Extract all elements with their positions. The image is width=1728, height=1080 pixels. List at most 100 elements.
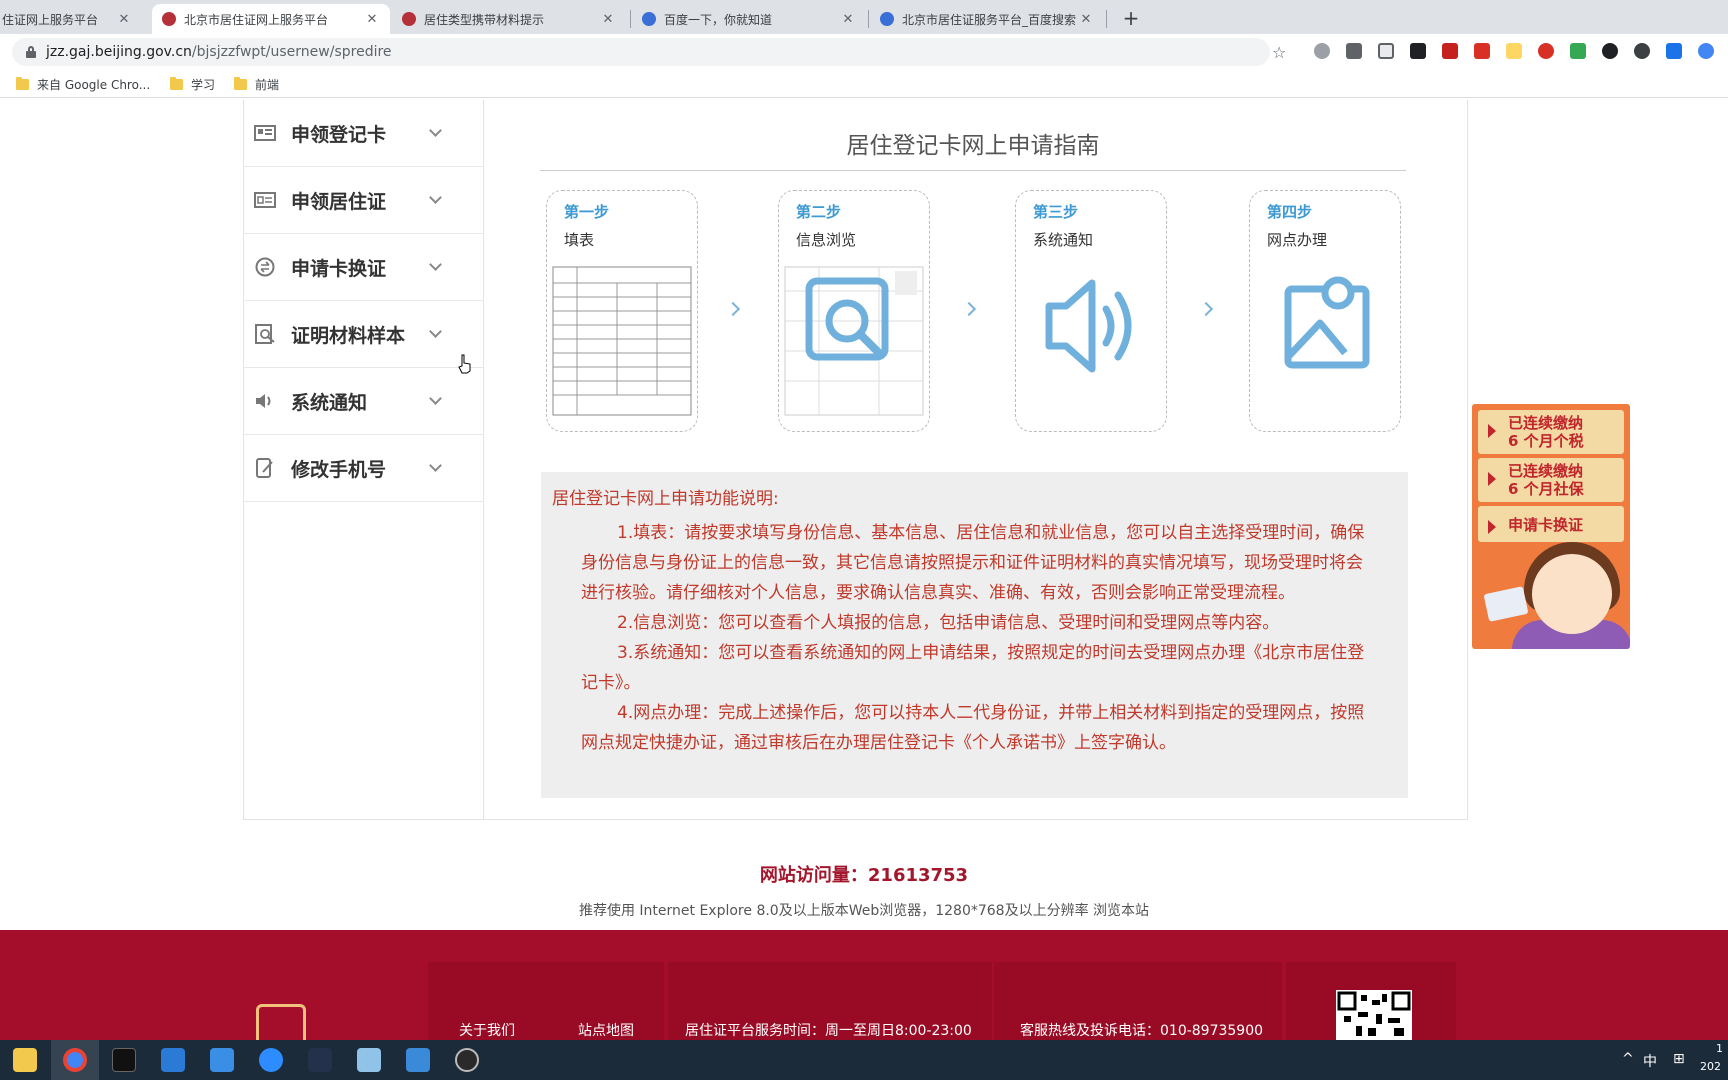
todo-check-icon[interactable] — [210, 1048, 234, 1072]
step-card-fill-form: 第一步 填表 — [546, 190, 698, 432]
notepad-icon[interactable] — [357, 1048, 381, 1072]
function-description-panel: 居住登记卡网上申请功能说明: 1.填表：请按要求填写身份信息、基本信息、居住信息… — [541, 472, 1408, 798]
folder-icon — [16, 77, 29, 90]
file-explorer-icon[interactable] — [13, 1048, 37, 1072]
sidebar-item-label: 申领居住证 — [291, 190, 387, 213]
extension-blue-icon[interactable] — [1698, 43, 1714, 59]
sidebar-item-change-phone[interactable]: 修改手机号 — [243, 435, 483, 502]
pocket-icon[interactable] — [1378, 43, 1394, 59]
onepassword-icon[interactable] — [1602, 43, 1618, 59]
evernote-icon[interactable] — [1570, 43, 1586, 59]
reader-icon[interactable] — [1506, 43, 1522, 59]
sidebar-item-material-samples[interactable]: 证明材料样本 — [243, 301, 483, 368]
translate-icon[interactable] — [1666, 43, 1682, 59]
obs-icon[interactable] — [455, 1048, 479, 1072]
tab-close-icon[interactable]: ✕ — [364, 12, 380, 27]
zoom-icon[interactable] — [259, 1048, 283, 1072]
lock-icon — [26, 46, 36, 58]
chevron-down-icon — [429, 324, 442, 338]
bookmark-label: 前端 — [255, 78, 280, 92]
sidebar-item-label: 修改手机号 — [291, 458, 387, 481]
footer-link-sitemap[interactable]: 站点地图 — [578, 1020, 634, 1040]
description-paragraph: 3.系统通知：您可以查看系统通知的网上申请结果，按照规定的时间去受理网点办理《北… — [581, 643, 1365, 693]
chrome-icon[interactable] — [63, 1048, 87, 1072]
ime-mode-icon[interactable]: ⊞ — [1673, 1051, 1685, 1067]
footer-link-about[interactable]: 关于我们 — [459, 1020, 515, 1040]
step-card-system-notice: 第三步 系统通知 — [1015, 190, 1167, 432]
extension-g-icon[interactable] — [1634, 43, 1650, 59]
tab-separator — [1106, 10, 1107, 28]
promo-figure-face — [1532, 554, 1612, 634]
bookmark-study[interactable]: 学习 — [170, 76, 215, 93]
bookmark-star-icon[interactable]: ☆ — [1272, 43, 1286, 62]
sidebar-item-apply-residence-permit[interactable]: 申领居住证 — [243, 167, 483, 234]
sidebar-item-system-notice[interactable]: 系统通知 — [243, 368, 483, 435]
chevron-down-icon — [429, 123, 442, 137]
ublock-icon[interactable] — [1442, 43, 1458, 59]
qr-code-icon[interactable] — [1346, 43, 1362, 59]
qr-code-image — [1336, 990, 1412, 1040]
windows-taskbar: ^ 中 ⊞ 1 202 — [0, 1040, 1728, 1080]
tab-materials-hint[interactable]: 居住类型携带材料提示 ✕ — [392, 4, 626, 34]
app-icon[interactable] — [308, 1048, 332, 1072]
vscode-icon[interactable] — [161, 1048, 185, 1072]
sidebar-item-label: 申请卡换证 — [291, 257, 387, 280]
tab-close-icon[interactable]: ✕ — [600, 12, 616, 27]
tray-chevron-up-icon[interactable]: ^ — [1622, 1051, 1634, 1067]
terminal-icon[interactable] — [112, 1048, 136, 1072]
photos-icon[interactable] — [406, 1048, 430, 1072]
speaker-icon — [254, 391, 276, 411]
tab-close-icon[interactable]: ✕ — [116, 12, 132, 27]
promo-social-security-button[interactable]: 已连续缴纳 6 个月社保 — [1478, 458, 1624, 502]
footer-hotline: 客服热线及投诉电话：010-89735900 — [1020, 1023, 1264, 1039]
ime-indicator[interactable]: 中 — [1643, 1051, 1657, 1071]
bookmark-frontend[interactable]: 前端 — [234, 76, 279, 93]
footer-service-time: 居住证平台服务时间：周一至周日8:00-23:00 — [685, 1023, 972, 1039]
bookmark-label: 来自 Google Chro... — [37, 78, 151, 92]
police-emblem-icon — [402, 12, 416, 26]
description-paragraph: 1.填表：请按要求填写身份信息、基本信息、居住信息和就业信息，您可以自主选择受理… — [581, 523, 1365, 603]
mail-extension-icon[interactable] — [1474, 43, 1490, 59]
browser-tab-bar: 住证网上服务平台 ✕ 北京市居住证网上服务平台 ✕ 居住类型携带材料提示 ✕ 百… — [0, 0, 1728, 34]
sidebar-item-label: 系统通知 — [291, 391, 368, 414]
description-title: 居住登记卡网上申请功能说明: — [552, 489, 779, 509]
tab-beijing-residence-platform[interactable]: 北京市居住证网上服务平台 ✕ — [152, 4, 390, 34]
tab-close-icon[interactable]: ✕ — [1078, 12, 1094, 27]
bookmark-google-chrome[interactable]: 来自 Google Chro... — [16, 76, 150, 93]
tab-baidu[interactable]: 百度一下，你就知道 ✕ — [632, 4, 866, 34]
magnifier-icon — [779, 261, 929, 426]
police-emblem-icon — [162, 12, 176, 26]
extension-circle-icon[interactable] — [1314, 43, 1330, 59]
promo-card-illustration — [1483, 586, 1529, 622]
sidebar-menu: 申领登记卡 申领居住证 申请卡换证 证明材料样本 系统通知 修改手机号 — [243, 100, 484, 820]
baidu-paw-icon — [642, 12, 656, 26]
chevron-down-icon — [429, 190, 442, 204]
tab-residence-platform[interactable]: 住证网上服务平台 ✕ — [0, 4, 142, 34]
browser-recommendation: 推荐使用 Internet Explore 8.0及以上版本Web浏览器，128… — [578, 903, 1150, 919]
sidebar-item-apply-registration-card[interactable]: 申领登记卡 — [243, 100, 483, 167]
folder-icon — [170, 77, 183, 90]
new-tab-button[interactable]: + — [1118, 5, 1144, 31]
tab-close-icon[interactable]: ✕ — [840, 12, 856, 27]
clock-time[interactable]: 1 — [1716, 1042, 1723, 1055]
url-path: /bjsjzzfwpt/usernew/spredire — [191, 44, 392, 60]
step-card-info-browse: 第二步 信息浏览 — [778, 190, 930, 432]
sidebar-item-card-exchange[interactable]: 申请卡换证 — [243, 234, 483, 301]
chevron-down-icon — [429, 257, 442, 271]
chevron-down-icon — [429, 458, 442, 472]
description-paragraph: 4.网点办理：完成上述操作后，您可以持本人二代身份证，并带上相关材料到指定的受理… — [581, 703, 1365, 753]
clock-date[interactable]: 202 — [1700, 1060, 1721, 1073]
tab-baidu-search[interactable]: 北京市居住证服务平台_百度搜索 ✕ — [870, 4, 1104, 34]
step-number: 第四步 — [1267, 203, 1313, 221]
residence-card-icon — [254, 190, 276, 210]
url-input[interactable]: jzz.gaj.beijing.gov.cn/bjsjzzfwpt/userne… — [12, 38, 1270, 66]
promo-card-exchange-button[interactable]: 申请卡换证 — [1478, 506, 1624, 542]
extension-dark-icon[interactable] — [1410, 43, 1426, 59]
bookmark-label: 学习 — [191, 78, 216, 92]
promo-tax-button[interactable]: 已连续缴纳 6 个月个税 — [1478, 410, 1624, 454]
tab-separator — [868, 10, 869, 28]
block-icon[interactable] — [1538, 43, 1554, 59]
exchange-icon — [254, 257, 276, 277]
tab-separator — [630, 10, 631, 28]
step-name: 填表 — [564, 231, 595, 249]
